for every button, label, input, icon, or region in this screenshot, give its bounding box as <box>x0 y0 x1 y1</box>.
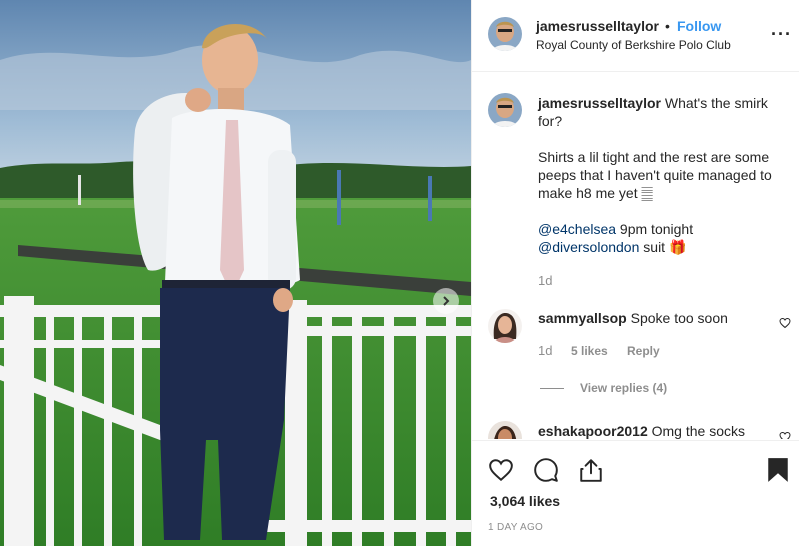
bookmark-icon <box>768 458 788 482</box>
comment-button[interactable] <box>533 457 559 488</box>
comments-list[interactable]: jamesrusselltaylor What's the smirk for?… <box>472 73 799 439</box>
caption-mention2-rest: suit 🎁 <box>639 239 687 255</box>
commenter-username-link[interactable]: sammyallsop <box>538 310 627 326</box>
comment-likes-count[interactable]: 5 likes <box>571 344 608 358</box>
commenter-username-link[interactable]: eshakapoor2012 <box>538 423 648 439</box>
likes-count[interactable]: 3,064 likes <box>490 493 560 509</box>
comment-like-button[interactable] <box>779 316 791 334</box>
share-button[interactable] <box>578 457 604 488</box>
heart-outline-icon <box>779 431 791 439</box>
caption-mention1-rest: 9pm tonight <box>616 221 694 237</box>
replies-divider-line <box>540 388 564 390</box>
mention-diversolondon-link[interactable]: @diversolondon <box>538 239 639 255</box>
comment-like-button[interactable] <box>779 430 791 439</box>
view-replies-button[interactable]: View replies (4) <box>540 381 667 395</box>
share-icon <box>580 459 602 482</box>
author-avatar[interactable] <box>488 17 522 51</box>
caption-username-link[interactable]: jamesrusselltaylor <box>538 95 661 111</box>
heart-outline-icon <box>779 317 791 329</box>
comment-text: eshakapoor2012 Omg the socks <box>538 423 745 439</box>
post-panel: jamesrusselltaylor • Follow Royal County… <box>471 0 799 546</box>
reply-button[interactable]: Reply <box>627 344 660 358</box>
next-photo-button[interactable] <box>433 288 459 314</box>
post-photo[interactable] <box>0 0 471 546</box>
post-header: jamesrusselltaylor • Follow Royal County… <box>472 0 799 72</box>
post-date[interactable]: 1 DAY AGO <box>488 522 543 533</box>
commenter-avatar[interactable] <box>488 421 522 439</box>
view-replies-label: View replies (4) <box>580 381 668 395</box>
caption-line-2: Shirts a lil tight and the rest are some… <box>538 149 772 201</box>
author-username-link[interactable]: jamesrusselltaylor <box>536 18 659 34</box>
comment-timestamp[interactable]: 1d <box>538 343 552 358</box>
commenter-avatar[interactable] <box>488 309 522 343</box>
caption-avatar[interactable] <box>488 93 522 127</box>
photo-illustration <box>0 0 471 546</box>
comment-meta: 1d 5 likes Reply <box>538 343 660 358</box>
follow-button[interactable]: Follow <box>677 18 721 34</box>
more-options-button[interactable]: ··· <box>771 24 792 45</box>
header-separator: • <box>665 18 670 34</box>
save-button[interactable] <box>766 457 790 488</box>
location-link[interactable]: Royal County of Berkshire Polo Club <box>536 38 731 52</box>
comment-body: Spoke too soon <box>630 310 728 326</box>
comment-body: Omg the socks <box>651 423 745 439</box>
caption-text: jamesrusselltaylor What's the smirk for?… <box>538 94 788 256</box>
like-button[interactable] <box>488 457 514 488</box>
comment-text: sammyallsop Spoke too soon <box>538 310 728 326</box>
action-bar: 3,064 likes 1 DAY AGO <box>472 440 799 546</box>
chevron-right-icon <box>443 296 450 306</box>
heart-icon <box>489 459 513 482</box>
mention-e4chelsea-link[interactable]: @e4chelsea <box>538 221 616 237</box>
caption-timestamp[interactable]: 1d <box>538 273 552 288</box>
comment-icon <box>534 458 558 482</box>
